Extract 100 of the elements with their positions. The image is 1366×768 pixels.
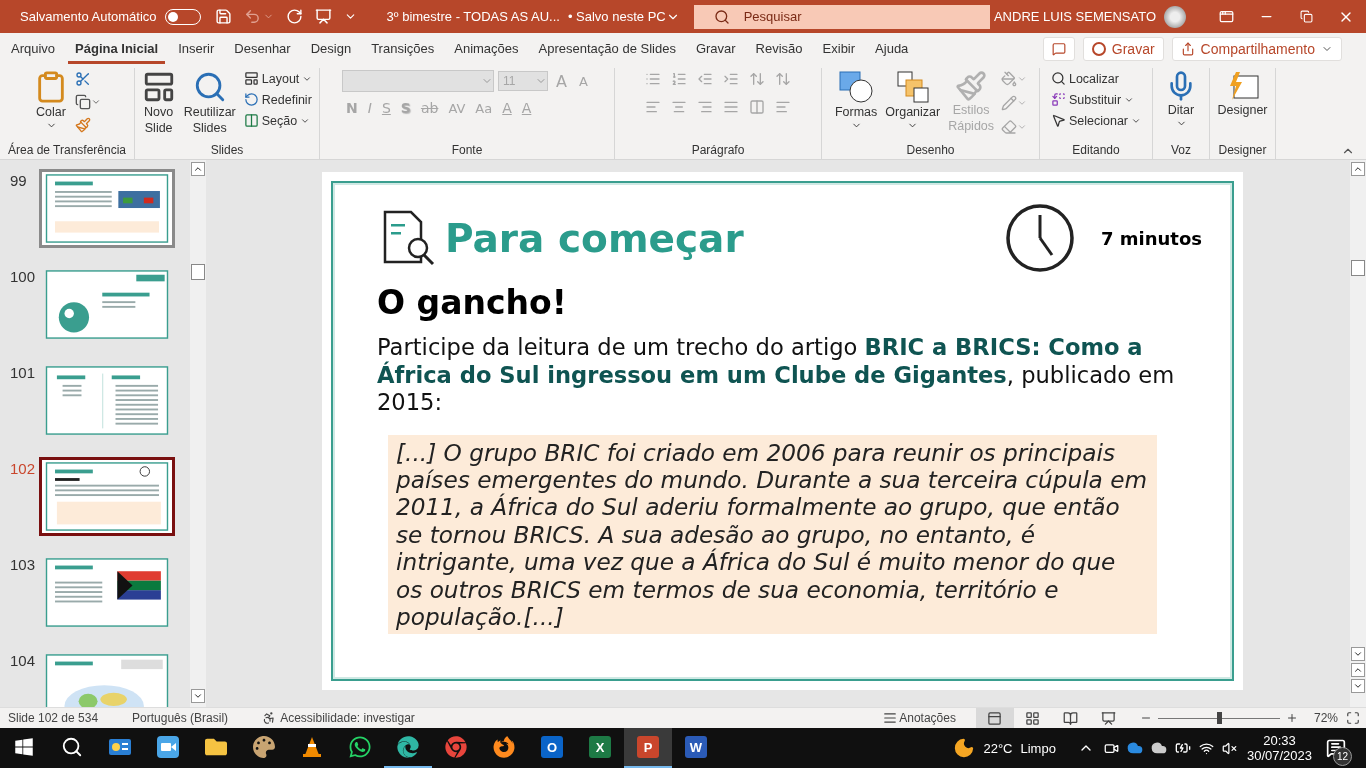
slide-thumbnail[interactable] bbox=[39, 169, 175, 248]
notes-button[interactable]: Anotações bbox=[877, 710, 962, 726]
undo-icon[interactable] bbox=[243, 8, 261, 25]
paintbrush-icon bbox=[75, 117, 91, 133]
app-icon: P bbox=[637, 736, 659, 758]
zoom-level[interactable]: 72% bbox=[1313, 711, 1338, 725]
clock-date: 30/07/2023 bbox=[1246, 748, 1312, 763]
redo-icon[interactable] bbox=[285, 8, 303, 25]
taskbar-button[interactable]: P bbox=[624, 728, 672, 768]
menu-tab[interactable]: Exibir bbox=[815, 34, 863, 64]
caret-icon bbox=[1017, 98, 1028, 108]
replace-button[interactable]: Substituir bbox=[1048, 91, 1144, 108]
new-slide-button[interactable]: Novo Slide bbox=[139, 70, 178, 136]
menu-tab[interactable]: Desenhar bbox=[227, 34, 298, 64]
share-icon bbox=[1180, 42, 1195, 56]
menu-tab[interactable]: Página Inicial bbox=[68, 34, 166, 64]
accessibility-status[interactable]: Acessibilidade: investigar bbox=[280, 711, 415, 725]
scroll-down-button[interactable] bbox=[1351, 647, 1365, 661]
menu-tab[interactable]: Revisão bbox=[748, 34, 810, 64]
share-button[interactable]: Compartilhamento bbox=[1171, 37, 1342, 61]
record-icon bbox=[1091, 42, 1106, 56]
group-label: Voz bbox=[1170, 143, 1192, 159]
language-status[interactable]: Português (Brasil) bbox=[132, 711, 229, 725]
taskbar-button[interactable]: W bbox=[672, 728, 720, 768]
scroll-thumb[interactable] bbox=[191, 264, 205, 280]
comment-button[interactable] bbox=[1042, 37, 1075, 61]
menu-tab[interactable]: Design bbox=[303, 34, 359, 64]
record-button[interactable]: Gravar bbox=[1082, 37, 1164, 61]
fit-slide-icon[interactable] bbox=[1346, 711, 1360, 725]
battery-icon[interactable] bbox=[1174, 740, 1191, 756]
section-button[interactable]: Seção bbox=[241, 112, 315, 129]
search-bar[interactable]: Pesquisar bbox=[693, 4, 990, 29]
clock-time: 20:33 bbox=[1263, 733, 1296, 748]
cloud-icon[interactable] bbox=[1126, 740, 1143, 756]
menu-tab[interactable]: Gravar bbox=[688, 34, 743, 64]
intro-paragraph: Participe da leitura de um trecho do artigo BRIC a BRICS: Como a África do Sul ingressou em um Clube de Gigantes, publicado em 2015: bbox=[377, 334, 1176, 417]
paste-button[interactable]: Colar bbox=[32, 70, 70, 131]
decrease-indent-icon bbox=[697, 71, 713, 87]
notifications-icon[interactable] bbox=[1326, 738, 1346, 758]
align-left-icon bbox=[645, 99, 661, 115]
copy-button[interactable] bbox=[74, 93, 102, 111]
caret-icon bbox=[1017, 74, 1028, 84]
menu-tab[interactable]: Inserir bbox=[171, 34, 222, 64]
reset-button[interactable]: Redefinir bbox=[241, 91, 315, 108]
menu-tab[interactable]: Apresentação de Slides bbox=[531, 34, 683, 64]
cloud-icon[interactable] bbox=[1150, 740, 1167, 756]
search-field[interactable]: Pesquisar bbox=[743, 9, 944, 24]
align-right-icon bbox=[697, 99, 713, 115]
wifi-icon[interactable] bbox=[1198, 740, 1214, 756]
next-slide-button[interactable] bbox=[1351, 679, 1365, 693]
scroll-up-button[interactable] bbox=[191, 162, 205, 176]
dictate-button[interactable]: Ditar bbox=[1163, 70, 1199, 129]
designer-button[interactable]: Designer bbox=[1215, 70, 1270, 118]
notes-icon bbox=[883, 711, 898, 725]
normal-view-icon bbox=[987, 710, 1003, 726]
view-button[interactable] bbox=[975, 708, 1014, 728]
search-icon bbox=[61, 736, 83, 758]
group-label: Editando bbox=[1071, 143, 1121, 159]
scroll-down-button[interactable] bbox=[191, 689, 205, 703]
zoom-in-icon[interactable] bbox=[1285, 712, 1298, 724]
save-icon[interactable] bbox=[214, 8, 232, 25]
arrange-button[interactable]: Organizar bbox=[883, 70, 943, 131]
select-button[interactable]: Selecionar bbox=[1048, 112, 1144, 129]
volume-muted-icon[interactable] bbox=[1221, 740, 1237, 756]
menu-tab[interactable]: Arquivo bbox=[4, 34, 63, 64]
presentation-icon[interactable] bbox=[314, 8, 332, 25]
layout-button[interactable]: Layout bbox=[241, 70, 315, 87]
save-status[interactable]: • Salvo neste PC bbox=[567, 9, 666, 24]
book-icon bbox=[1063, 710, 1079, 726]
app-icon: X bbox=[589, 736, 611, 758]
taskbar-button[interactable]: O bbox=[528, 728, 576, 768]
paint-bucket-icon bbox=[1001, 71, 1018, 87]
browser-icon bbox=[397, 736, 419, 758]
menu-tab[interactable]: Ajuda bbox=[868, 34, 916, 64]
scrollbar[interactable] bbox=[190, 160, 206, 707]
app-icon: O bbox=[541, 736, 563, 758]
menu-tab[interactable]: Transições bbox=[364, 34, 442, 64]
avatar[interactable] bbox=[1164, 5, 1186, 28]
menu-tab[interactable]: Animações bbox=[447, 34, 526, 64]
previous-slide-button[interactable] bbox=[1351, 663, 1365, 677]
slide-number: 102 bbox=[9, 459, 37, 477]
slide-thumbnail[interactable] bbox=[39, 457, 175, 536]
find-button[interactable]: Localizar bbox=[1048, 70, 1144, 87]
slide-count: Slide 102 de 534 bbox=[8, 711, 99, 725]
presentation-icon bbox=[1101, 710, 1117, 726]
quote-paragraph: [...] O grupo BRIC foi criado em 2006 para reunir os principais países emergentes do mundo. Durante a sua terceira cúpula em 2011, a África do Sul aderiu formalmente ao grupo, que então se tornou BRICS. A sua adesão ao grupo, no entanto, é intrigante, uma vez que a África do Sul é muito menor do que os outros BRICS em termos de sua economia, território e população.[...] bbox=[388, 434, 1157, 635]
document-title: 3º bimestre - TODAS AS AU... bbox=[386, 9, 560, 24]
folder-icon bbox=[205, 736, 227, 758]
slide-number: 103 bbox=[9, 555, 37, 573]
palette-icon bbox=[253, 736, 275, 758]
caret-icon bbox=[1017, 122, 1028, 132]
scroll-thumb[interactable] bbox=[1351, 260, 1365, 276]
scroll-up-button[interactable] bbox=[1351, 162, 1365, 176]
slide-number: 100 bbox=[9, 267, 37, 285]
line-spacing-icon bbox=[749, 71, 765, 87]
reuse-slides-button[interactable]: Reutilizar Slides bbox=[181, 70, 238, 136]
section-icon bbox=[243, 113, 259, 128]
shapes-button[interactable]: Formas bbox=[832, 70, 880, 131]
group-label: Slides bbox=[209, 143, 245, 159]
taskbar-button[interactable]: X bbox=[576, 728, 624, 768]
